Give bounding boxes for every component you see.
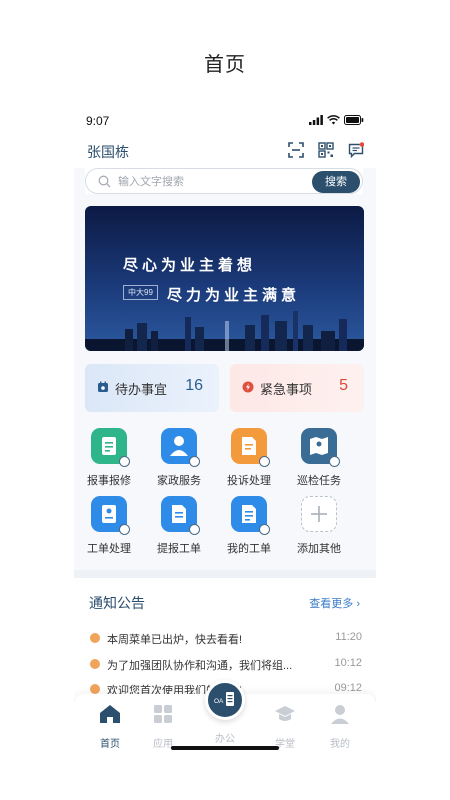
grid-item-add-other[interactable]: 添加其他 [284,496,354,556]
search-bar: 搜索 [85,168,363,194]
banner-slogan-1: 尽心为业主着想 [123,257,257,274]
housekeeping-icon [161,428,200,467]
search-button[interactable]: 搜索 [312,171,360,193]
tab-academy[interactable]: 学堂 [260,704,310,750]
grid-item-work-order[interactable]: 工单处理 [74,496,144,556]
grid-item-complaint[interactable]: 投诉处理 [214,428,284,488]
tab-label-profile: 我的 [330,739,350,750]
urgent-card[interactable]: 紧急事项 5 [230,364,364,412]
home-indicator [171,746,279,750]
grid-item-housekeeping[interactable]: 家政服务 [144,428,214,488]
grid-label-work-order: 工单处理 [87,543,131,555]
bottom-tab-bar: 首页 应用 OA 办公 学堂 我的 [74,680,376,756]
plus-icon [301,496,337,532]
search-icon [98,175,111,188]
notice-dot-icon [90,659,100,669]
search-input[interactable] [118,173,308,191]
scan-icon[interactable] [288,142,304,158]
grid-label-housekeeping: 家政服务 [157,475,201,487]
banner-slogan-2: 尽力为业主满意 [167,287,301,304]
notice-time: 11:20 [335,631,362,643]
phone-screen: 9:07 张国栋 搜索 尽心为业主着想 [74,110,376,756]
notice-dot-icon [90,633,100,643]
todo-card[interactable]: 待办事宜 16 [85,364,219,412]
grid-label-my-orders: 我的工单 [227,543,271,555]
grid-label-add-other: 添加其他 [297,543,341,555]
wifi-icon [327,115,340,125]
status-bar: 9:07 [74,110,376,134]
complaint-icon [231,428,270,467]
grid-label-submit-order: 提报工单 [157,543,201,555]
page-caption: 首页 [204,54,246,76]
tab-office[interactable]: OA [205,680,245,720]
status-time: 9:07 [86,114,110,128]
alert-icon [242,381,254,393]
notice-title: 通知公告 [89,595,145,611]
notice-more-label: 查看更多 [309,598,354,610]
battery-icon [344,115,364,125]
grid-label-complaint: 投诉处理 [227,475,271,487]
todo-count: 16 [185,377,203,394]
my-orders-icon [231,496,270,535]
header: 张国栋 [74,134,376,168]
profile-icon [331,705,349,724]
urgent-label: 紧急事项 [260,382,313,397]
apps-icon [154,705,172,723]
chevron-right-icon: › [356,598,360,610]
notice-dot-icon [90,684,100,694]
notice-time: 10:12 [334,657,362,669]
promo-banner[interactable]: 尽心为业主着想 中大99 尽力为业主满意 [85,206,364,351]
tab-label-home: 首页 [100,739,120,750]
office-oa-icon: OA [214,692,234,706]
patrol-map-icon [301,428,340,467]
grid-label-repair: 报事报修 [87,475,131,487]
tab-home[interactable]: 首页 [85,704,135,750]
urgent-count: 5 [339,377,348,394]
city-skyline-image [85,311,364,351]
oa-badge-text: OA [214,698,224,705]
header-actions [288,142,365,159]
signal-icon [309,115,323,125]
repair-icon [91,428,130,467]
grid-item-submit-order[interactable]: 提报工单 [144,496,214,556]
todo-label: 待办事宜 [115,382,168,397]
grid-item-my-orders[interactable]: 我的工单 [214,496,284,556]
tab-label-office: 办公 [215,734,235,745]
notice-text: 为了加强团队协作和沟通，我们将组... [107,660,293,672]
notice-item[interactable]: 本周菜单已出炉，快去看看! 11:20 [90,630,362,648]
grid-item-patrol[interactable]: 巡检任务 [284,428,354,488]
search-area: 搜索 [85,168,363,194]
tab-apps[interactable]: 应用 [138,704,188,750]
qr-code-icon[interactable] [318,142,334,158]
graduation-cap-icon [275,706,295,721]
notice-time: 09:12 [334,682,362,694]
section-divider [74,570,376,578]
notice-text: 本周菜单已出炉，快去看看! [107,634,243,646]
calendar-icon [98,381,108,392]
grid-item-repair[interactable]: 报事报修 [74,428,144,488]
notice-item[interactable]: 为了加强团队协作和沟通，我们将组... 10:12 [90,656,362,674]
work-order-icon [91,496,130,535]
user-name: 张国栋 [87,144,129,160]
banner-tag: 中大99 [123,285,158,300]
message-icon[interactable] [348,142,365,159]
grid-label-patrol: 巡检任务 [297,475,341,487]
tab-profile[interactable]: 我的 [315,704,365,750]
status-icons [309,115,364,125]
home-icon [100,705,120,723]
submit-order-icon [161,496,200,535]
notice-more-link[interactable]: 查看更多 › [309,595,360,611]
